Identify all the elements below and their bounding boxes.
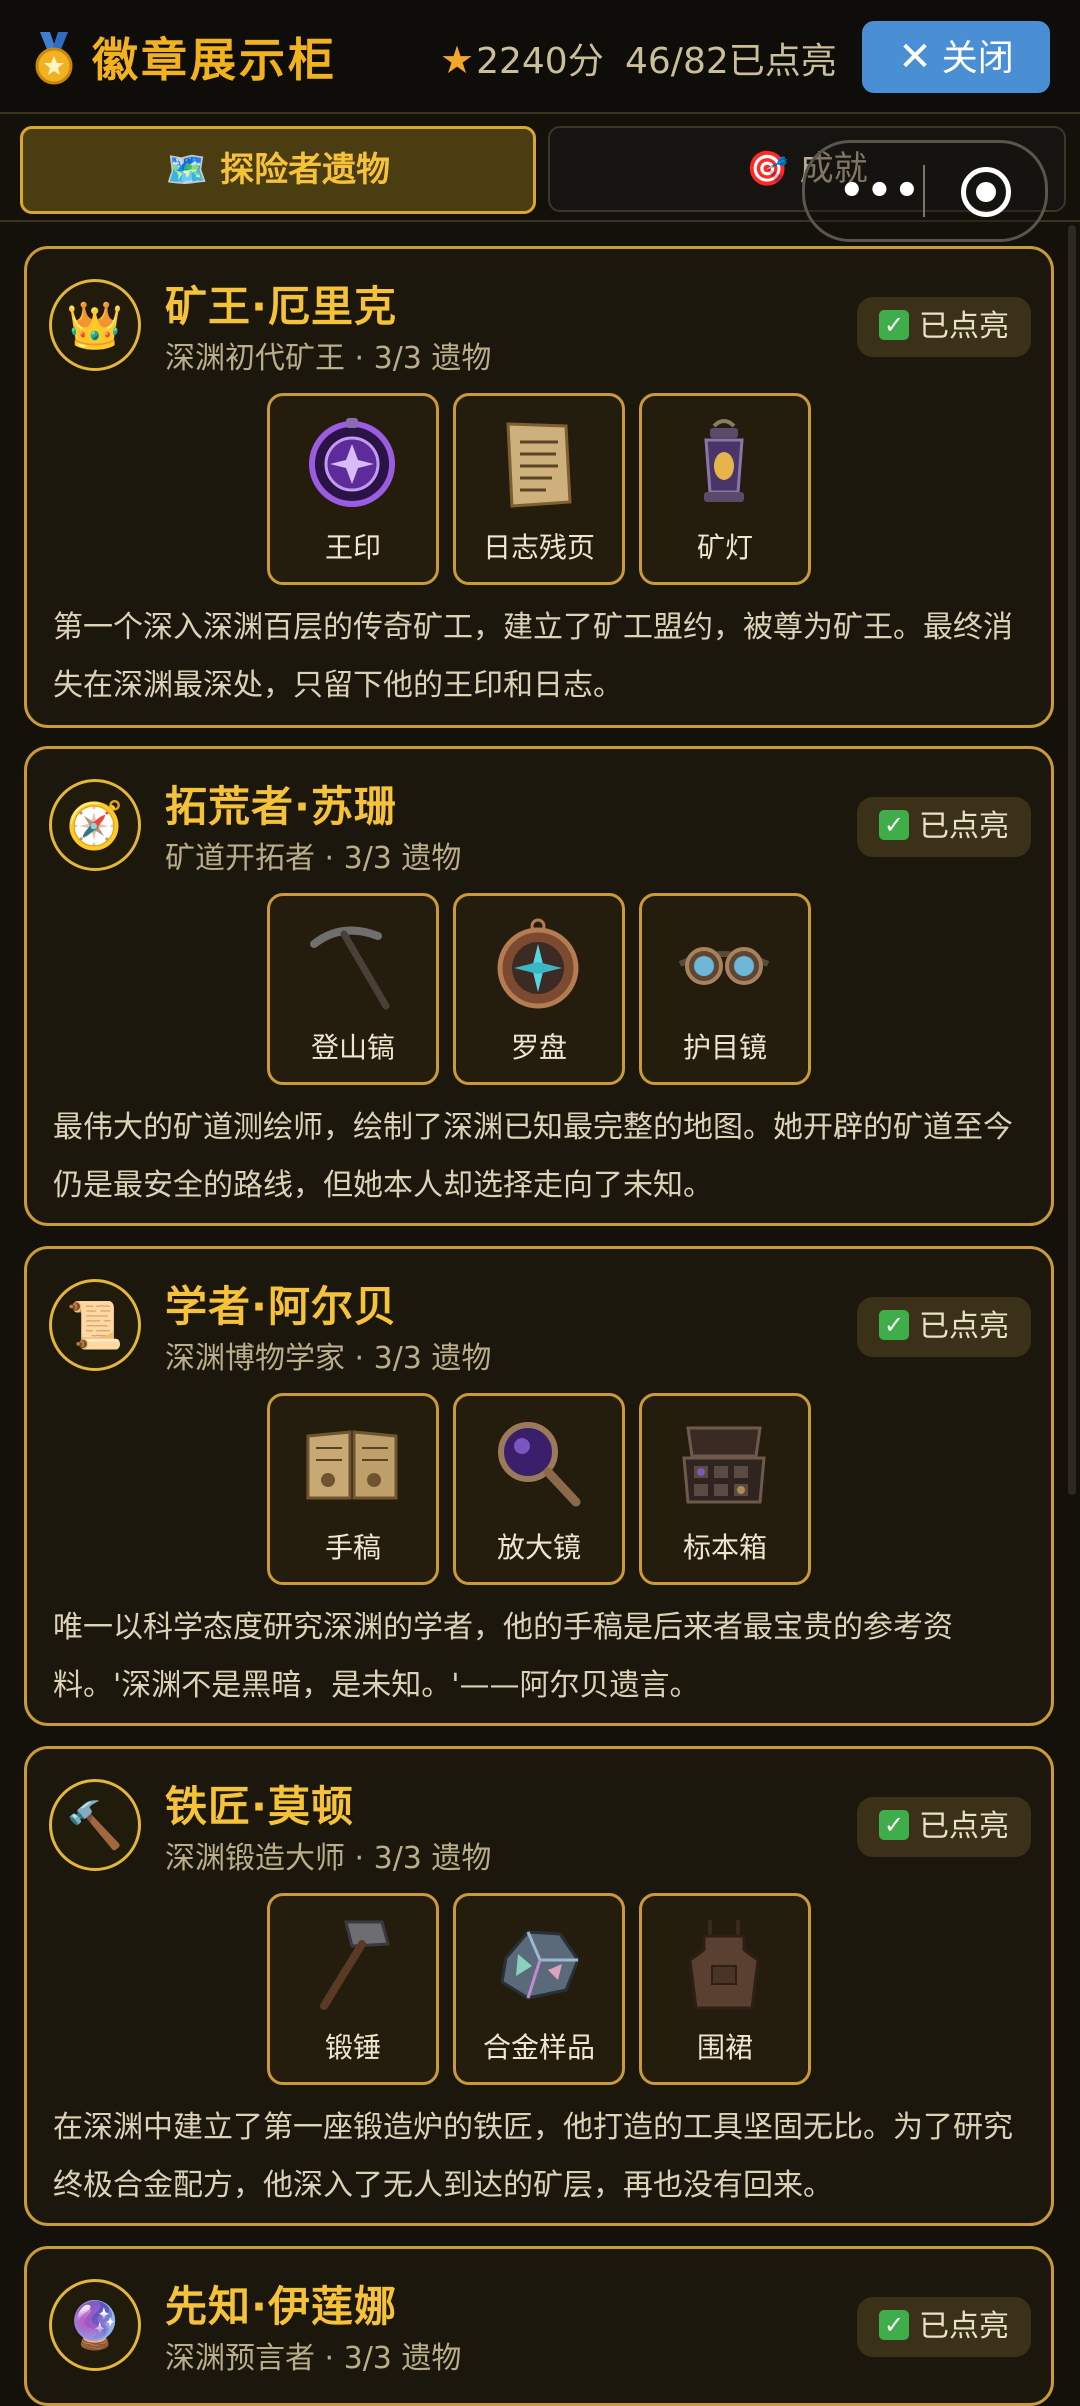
relic-item[interactable]: 合金样品 — [453, 1893, 625, 2085]
relic-item[interactable]: 放大镜 — [453, 1393, 625, 1585]
status-label: 已点亮 — [919, 309, 1009, 344]
map-icon: 🗺️ — [165, 150, 209, 190]
relic-item[interactable]: 矿灯 — [639, 393, 811, 585]
lantern-icon — [704, 419, 744, 502]
pickaxe-icon — [310, 926, 390, 1010]
magnifier-icon — [498, 1422, 581, 1507]
check-icon: ✓ — [879, 1809, 909, 1840]
item-label: 护目镜 — [682, 1031, 767, 1064]
check-icon: ✓ — [879, 309, 909, 340]
card-name: 矿王·厄里克 — [165, 282, 397, 331]
item-label: 手稿 — [324, 1531, 381, 1564]
card-description: 第一个深入深渊百层的传奇矿工，建立了矿工盟约，被尊为矿王。最终消失在深渊最深处，… — [53, 610, 1013, 703]
relic-item[interactable]: 日志残页 — [453, 393, 625, 585]
item-label: 标本箱 — [682, 1531, 767, 1564]
check-icon: ✓ — [879, 2309, 909, 2340]
card-description: 最伟大的矿道测绘师，绘制了深渊已知最完整的地图。她开辟的矿道至今仍是最安全的路线… — [53, 1110, 1013, 1203]
item-label: 罗盘 — [510, 1031, 567, 1064]
scrollbar[interactable] — [1068, 225, 1076, 1495]
item-label: 锻锤 — [324, 2031, 381, 2064]
item-label: 矿灯 — [696, 531, 753, 564]
hammer-icon: 🔨 — [49, 1779, 141, 1871]
relic-item[interactable]: 护目镜 — [639, 893, 811, 1085]
card-subtitle: 深渊锻造大师 · 3/3 遗物 — [165, 1841, 492, 1876]
purple-seal-icon — [309, 418, 395, 507]
tab-label: 探险者遗物 — [220, 150, 391, 190]
relic-item[interactable]: 手稿 — [267, 1393, 439, 1585]
page-title: 徽章展示柜 — [92, 33, 337, 87]
header-bar: 徽章展示柜 ★2240分 46/82已点亮 ✕ 关闭 — [0, 0, 1080, 114]
lit-progress: 46/82已点亮 — [625, 41, 837, 82]
item-label: 放大镜 — [496, 1531, 581, 1564]
forge-hammer-icon — [320, 1920, 390, 2010]
item-label: 合金样品 — [482, 2031, 595, 2064]
status-label: 已点亮 — [919, 1809, 1009, 1844]
alloy-ore-icon — [500, 1930, 580, 2000]
score-value: 2240分 — [476, 41, 604, 82]
relic-card: 🔨 铁匠·莫顿 深渊锻造大师 · 3/3 遗物 ✓ 已点亮 锻锤 合金样品 围裙… — [24, 1746, 1054, 2226]
card-name: 先知·伊莲娜 — [165, 2282, 397, 2331]
item-label: 登山镐 — [310, 1031, 395, 1064]
scroll-page-icon — [506, 422, 572, 508]
card-subtitle: 深渊初代矿王 · 3/3 遗物 — [165, 341, 492, 376]
relic-item[interactable]: 围裙 — [639, 1893, 811, 2085]
item-label: 日志残页 — [482, 531, 595, 564]
exit-target-icon[interactable] — [961, 167, 1011, 217]
card-description: 在深渊中建立了第一座锻造炉的铁匠，他打造的工具坚固无比。为了研究终极合金配方，他… — [53, 2110, 1013, 2203]
card-name: 拓荒者·苏珊 — [165, 782, 397, 831]
scroll-icon: 📜 — [49, 1279, 141, 1371]
status-label: 已点亮 — [919, 1309, 1009, 1344]
manuscript-icon — [306, 1430, 398, 1500]
tab-explorer-relics[interactable]: 🗺️ 探险者遗物 — [20, 126, 536, 214]
status-label: 已点亮 — [919, 809, 1009, 844]
card-subtitle: 深渊博物学家 · 3/3 遗物 — [165, 1341, 492, 1376]
check-icon: ✓ — [879, 1309, 909, 1340]
card-subtitle: 矿道开拓者 · 3/3 遗物 — [165, 841, 462, 876]
close-icon: ✕ — [898, 34, 932, 80]
compass-icon: 🧭 — [49, 779, 141, 871]
relic-item[interactable]: 罗盘 — [453, 893, 625, 1085]
relic-item[interactable]: 锻锤 — [267, 1893, 439, 2085]
status-badge: ✓ 已点亮 — [857, 1297, 1031, 1357]
relic-card: 📜 学者·阿尔贝 深渊博物学家 · 3/3 遗物 ✓ 已点亮 手稿 放大镜 标本… — [24, 1246, 1054, 1726]
status-badge: ✓ 已点亮 — [857, 797, 1031, 857]
card-name: 铁匠·莫顿 — [165, 1782, 354, 1831]
card-name: 学者·阿尔贝 — [165, 1282, 397, 1331]
card-description: 唯一以科学态度研究深渊的学者，他的手稿是后来者最宝贵的参考资料。'深渊不是黑暗，… — [53, 1610, 953, 1703]
relic-card: 🔮 先知·伊莲娜 深渊预言者 · 3/3 遗物 ✓ 已点亮 — [24, 2246, 1054, 2406]
relic-item[interactable]: 标本箱 — [639, 1393, 811, 1585]
miniprogram-capsule: ••• — [802, 140, 1048, 242]
crystal-ball-icon: 🔮 — [49, 2279, 141, 2371]
specimen-box-icon — [682, 1426, 766, 1504]
relic-item[interactable]: 王印 — [267, 393, 439, 585]
item-label: 王印 — [324, 531, 381, 564]
medal-icon — [35, 32, 73, 85]
capsule-divider — [923, 165, 925, 217]
close-button[interactable]: ✕ 关闭 — [862, 21, 1050, 93]
status-badge: ✓ 已点亮 — [857, 297, 1031, 357]
target-icon: 🎯 — [746, 149, 789, 189]
apron-icon — [688, 1920, 760, 2010]
status-label: 已点亮 — [919, 2309, 1009, 2344]
close-label: 关闭 — [941, 38, 1014, 79]
compass-item-icon — [497, 918, 579, 1009]
goggles-icon — [678, 947, 770, 985]
relic-card: 👑 矿王·厄里克 深渊初代矿王 · 3/3 遗物 ✓ 已点亮 王印 日志残页 矿… — [24, 246, 1054, 728]
check-icon: ✓ — [879, 809, 909, 840]
score-display: ★2240分 — [440, 32, 604, 84]
card-subtitle: 深渊预言者 · 3/3 遗物 — [165, 2341, 462, 2376]
item-label: 围裙 — [696, 2031, 753, 2064]
relic-item[interactable]: 登山镐 — [267, 893, 439, 1085]
star-icon: ★ — [440, 38, 475, 82]
status-badge: ✓ 已点亮 — [857, 1797, 1031, 1857]
relic-card: 🧭 拓荒者·苏珊 矿道开拓者 · 3/3 遗物 ✓ 已点亮 登山镐 罗盘 护目镜… — [24, 746, 1054, 1226]
crown-icon: 👑 — [49, 279, 141, 371]
status-badge: ✓ 已点亮 — [857, 2297, 1031, 2357]
more-icon[interactable]: ••• — [839, 171, 922, 211]
